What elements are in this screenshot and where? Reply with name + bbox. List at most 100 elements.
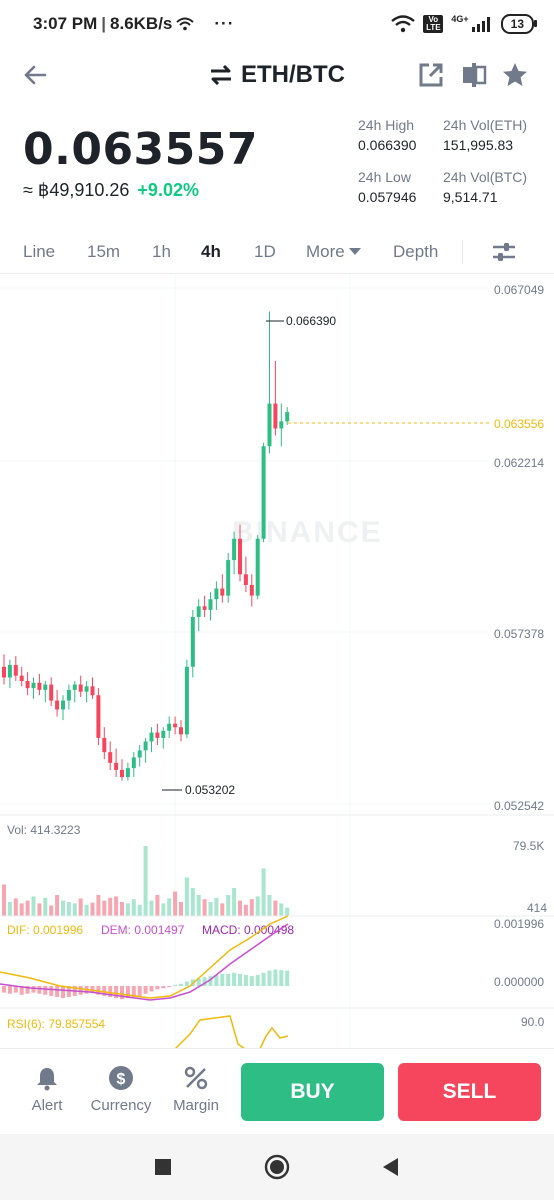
status-speed: 8.6KB/s (110, 14, 173, 33)
tab-depth[interactable]: Depth (393, 242, 438, 262)
interval-tabs: Line 15m 1h 4h 1D More Depth (0, 232, 554, 272)
pair-title[interactable]: ETH/BTC (241, 61, 345, 89)
stat-low: 24h Low 0.057946 (358, 169, 416, 205)
tab-1d[interactable]: 1D (254, 242, 276, 262)
candle-body (131, 757, 136, 769)
volume-bar (202, 899, 207, 916)
back-arrow-icon[interactable] (22, 62, 48, 88)
tab-15m[interactable]: 15m (87, 242, 120, 262)
macd-bar (261, 972, 266, 986)
vol-label: Vol: 414.3223 (7, 823, 81, 837)
volume-series (2, 846, 290, 916)
chart-settings-icon[interactable] (490, 238, 518, 266)
margin-action[interactable]: Margin (161, 1065, 231, 1114)
macd-bar (220, 973, 225, 986)
stat-high-value: 0.066390 (358, 137, 417, 153)
candle-body (143, 741, 148, 751)
svg-text:$: $ (117, 1071, 126, 1088)
macd-bar (226, 973, 231, 986)
volume-bar (90, 902, 95, 916)
volume-bar (37, 903, 42, 916)
macd-bar (249, 976, 254, 986)
candle-body (31, 682, 36, 689)
candle-body (161, 730, 166, 738)
vol-axis-bottom: 414 (527, 901, 547, 915)
share-icon[interactable] (416, 60, 446, 90)
volume-bar (220, 903, 225, 916)
back-triangle-icon[interactable] (378, 1154, 404, 1180)
swap-arrows-icon[interactable] (209, 65, 233, 85)
macd-bar (184, 981, 189, 986)
volte-badge: Vo LTE (423, 15, 444, 33)
status-time: 3:07 PM (33, 14, 98, 33)
candle-body (202, 606, 207, 610)
macd-bar (267, 970, 272, 986)
battery-indicator: 13 (500, 14, 538, 34)
macd-bar (232, 972, 237, 986)
volume-bar (61, 900, 65, 916)
favorite-star-icon[interactable] (500, 60, 530, 90)
candle-body (90, 686, 95, 696)
margin-label: Margin (173, 1097, 219, 1114)
candle-body (155, 732, 160, 738)
candle-body (13, 664, 18, 676)
tab-4h[interactable]: 4h (201, 242, 221, 262)
sell-button[interactable]: SELL (398, 1063, 541, 1121)
macd-bar (2, 986, 6, 993)
macd-bar (161, 986, 166, 989)
candle-body (7, 664, 12, 678)
macd-bar (43, 986, 48, 995)
currency-label: Currency (90, 1097, 152, 1114)
macd-bar (173, 984, 178, 986)
volume-bar (2, 884, 6, 916)
currency-action[interactable]: $ Currency (86, 1065, 156, 1114)
compare-icon[interactable] (459, 60, 489, 90)
candle-body (285, 412, 290, 422)
candle-body (66, 689, 71, 701)
buy-button[interactable]: BUY (241, 1063, 384, 1121)
candle-body (61, 700, 65, 710)
macd-bar (273, 969, 278, 986)
candle-body (96, 695, 101, 738)
tab-more[interactable]: More (306, 242, 361, 262)
volume-bar (167, 898, 172, 916)
volume-bar (238, 900, 242, 916)
stat-low-value: 0.057946 (358, 189, 417, 205)
volume-bar (143, 846, 148, 916)
macd-value-label: MACD: 0.000498 (202, 923, 294, 937)
tab-line[interactable]: Line (23, 242, 55, 262)
candle-body (167, 723, 172, 731)
last-price: 0.063557 (23, 124, 259, 175)
volume-bar (137, 904, 142, 916)
macd-bar (243, 975, 248, 986)
current-price-tag: 0.063556 (494, 417, 544, 431)
candle-body (125, 768, 130, 778)
volume-bar (273, 900, 278, 916)
candle-body (19, 675, 24, 682)
candle-body (238, 538, 242, 575)
macd-bar (255, 975, 260, 986)
home-circle-icon[interactable] (264, 1154, 290, 1180)
recents-square-icon[interactable] (150, 1154, 176, 1180)
low-marker: 0.053202 (185, 783, 235, 797)
candle-body (255, 538, 260, 596)
macd-bar (78, 986, 83, 995)
price-axis-1: 0.062214 (494, 456, 544, 470)
volume-bar (267, 895, 272, 916)
status-more: ··· (214, 14, 235, 33)
volume-bar (96, 895, 101, 916)
kline-chart[interactable]: BINANCE 0.063556 0.067049 0.062214 0.057… (0, 273, 554, 1049)
alert-action[interactable]: Alert (12, 1065, 82, 1114)
volume-bar (190, 888, 195, 916)
macd-bar (179, 983, 183, 986)
volume-bar (184, 877, 189, 916)
stat-vol-quote-value: 9,514.71 (443, 189, 498, 205)
tab-1h[interactable]: 1h (152, 242, 171, 262)
macd-bar (31, 986, 36, 993)
macd-bar (120, 986, 124, 1000)
volume-bar (49, 905, 54, 916)
stat-vol-base: 24h Vol(ETH) 151,995.83 (443, 117, 527, 153)
volume-bar (155, 895, 160, 916)
macd-bar (137, 986, 142, 996)
candle-body (78, 684, 83, 692)
